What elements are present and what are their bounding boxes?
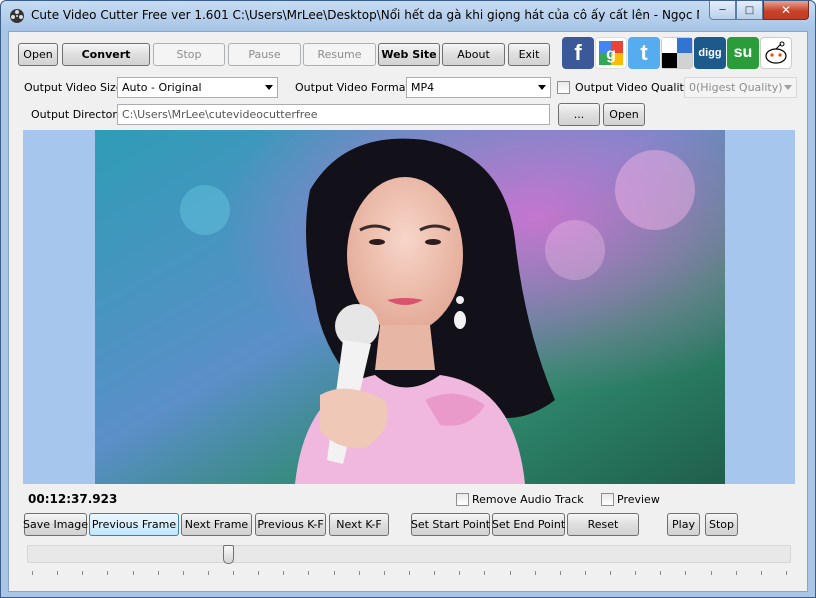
reddit-icon[interactable] [760, 37, 792, 69]
timeline-tick [283, 571, 285, 575]
previous-keyframe-button[interactable]: Previous K-F [255, 513, 326, 536]
set-end-point-button[interactable]: Set End Point [492, 513, 565, 536]
output-video-quality-select[interactable]: 0(Higest Quality) [684, 77, 797, 98]
timeline-slider-thumb[interactable] [222, 545, 234, 564]
stop-playback-button[interactable]: Stop [705, 513, 738, 536]
timeline-tick [584, 571, 586, 575]
timeline-tick [358, 571, 360, 575]
app-window: Cute Video Cutter Free ver 1.601 C:\User… [0, 0, 816, 598]
timeline-tick [132, 571, 134, 575]
timeline-tick [434, 571, 436, 575]
remove-audio-checkbox[interactable] [456, 493, 469, 506]
previous-frame-button[interactable]: Previous Frame [89, 513, 179, 536]
title-bar[interactable]: Cute Video Cutter Free ver 1.601 C:\User… [1, 1, 815, 31]
preview-label: Preview [617, 493, 660, 506]
timeline-tick [685, 571, 687, 575]
output-video-format-select[interactable]: MP4 [406, 77, 551, 98]
remove-audio-label: Remove Audio Track [472, 493, 584, 506]
facebook-icon[interactable]: f [562, 37, 594, 69]
timeline-tick [258, 571, 260, 575]
main-panel: Open Convert Stop Pause Resume Web Site … [8, 31, 808, 592]
play-button[interactable]: Play [667, 513, 700, 536]
timeline-tick [107, 571, 109, 575]
next-frame-button[interactable]: Next Frame [181, 513, 252, 536]
output-video-size-select[interactable]: Auto - Original [117, 77, 278, 98]
exit-button[interactable]: Exit [508, 43, 550, 66]
preview-checkbox[interactable] [601, 493, 614, 506]
output-video-quality-value: 0(Higest Quality) [689, 81, 783, 94]
browse-button[interactable]: ... [558, 103, 600, 126]
about-button[interactable]: About [442, 43, 505, 66]
timeline-tick [182, 571, 184, 575]
open-button[interactable]: Open [18, 43, 58, 66]
timeline-tick [760, 571, 762, 575]
timeline-tick [383, 571, 385, 575]
stop-button[interactable]: Stop [153, 43, 225, 66]
open-directory-button[interactable]: Open [603, 103, 645, 126]
film-reel-icon [10, 9, 24, 23]
reddit-alien-shape [765, 41, 787, 64]
output-video-size-value: Auto - Original [122, 81, 202, 94]
window-title: Cute Video Cutter Free ver 1.601 C:\User… [31, 8, 699, 22]
maximize-button[interactable]: □ [736, 1, 763, 20]
stumbleupon-icon[interactable]: su [727, 37, 759, 69]
output-directory-label: Output Directory: [31, 108, 127, 121]
video-preview-area[interactable] [23, 130, 795, 484]
save-image-button[interactable]: Save Image [23, 513, 88, 536]
next-keyframe-button[interactable]: Next K-F [329, 513, 389, 536]
output-video-size-label: Output Video Size: [24, 81, 127, 94]
window-controls: ─ □ ✕ [709, 1, 809, 21]
timeline-tick [333, 571, 335, 575]
timeline-tick [32, 571, 33, 575]
website-button[interactable]: Web Site [378, 43, 440, 66]
google-g-shape: g [599, 41, 623, 65]
timeline-tick [484, 571, 486, 575]
timeline-tick [308, 571, 310, 575]
timeline-tick [157, 571, 159, 575]
timeline-tick [534, 571, 536, 575]
timeline-tick [82, 571, 84, 575]
video-frame [95, 130, 725, 484]
output-video-format-value: MP4 [411, 81, 435, 94]
google-icon[interactable]: g [595, 37, 627, 69]
timeline-tick [509, 571, 511, 575]
timeline-tick [409, 571, 410, 575]
google-g-glyph: g [606, 46, 616, 63]
delicious-squares [662, 38, 692, 68]
timecode-display: 00:12:37.923 [28, 492, 118, 506]
set-start-point-button[interactable]: Set Start Point [411, 513, 490, 536]
chevron-down-icon [538, 85, 546, 90]
close-button[interactable]: ✕ [763, 1, 809, 20]
minimize-button[interactable]: ─ [709, 1, 736, 20]
timeline-tick [559, 571, 561, 575]
timeline-tick [635, 571, 637, 575]
timeline-tick [57, 571, 59, 575]
twitter-icon[interactable]: t [628, 37, 660, 69]
resume-button[interactable]: Resume [303, 43, 376, 66]
timeline-tick [786, 571, 787, 575]
timeline-tick [660, 571, 662, 575]
timeline-tick [459, 571, 461, 575]
timeline-tick [710, 571, 712, 575]
output-quality-checkbox[interactable] [557, 81, 570, 94]
chevron-down-icon [784, 85, 792, 90]
pause-button[interactable]: Pause [228, 43, 301, 66]
output-directory-field[interactable]: C:\Users\MrLee\cutevideocutterfree [117, 104, 550, 125]
digg-icon[interactable]: digg [694, 37, 726, 69]
reset-button[interactable]: Reset [567, 513, 639, 536]
timeline-tick [735, 571, 737, 575]
delicious-icon[interactable] [661, 37, 693, 69]
timeline-tick [207, 571, 209, 575]
convert-button[interactable]: Convert [62, 43, 150, 66]
output-video-format-label: Output Video Format: [295, 81, 414, 94]
timeline-tick [233, 571, 235, 575]
timeline-tick [610, 571, 612, 575]
output-video-quality-label: Output Video Quality [575, 81, 691, 94]
chevron-down-icon [265, 85, 273, 90]
timeline-slider-track[interactable] [27, 545, 791, 563]
